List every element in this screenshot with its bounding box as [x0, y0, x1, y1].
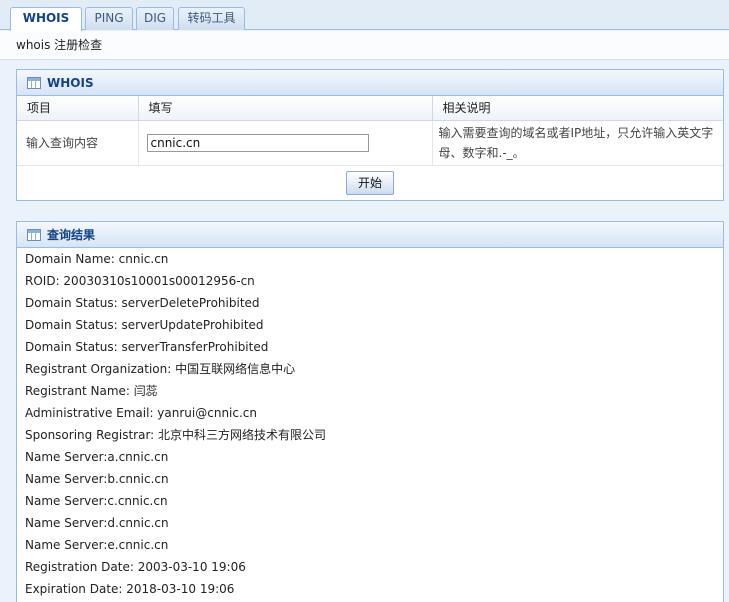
result-line: Administrative Email: yanrui@cnnic.cn — [25, 406, 258, 420]
column-header-fill: 填写 — [138, 96, 433, 121]
column-header-description: 相关说明 — [432, 96, 723, 121]
result-line: Domain Status: serverUpdateProhibited — [25, 318, 264, 332]
grid-table-icon — [27, 229, 41, 241]
result-line: Expiration Date: 2018-03-10 19:06 — [25, 582, 235, 596]
result-panel-title: 查询结果 — [47, 228, 96, 242]
tab-ping[interactable]: PING — [85, 7, 133, 30]
result-line: Name Server:e.cnnic.cn — [25, 538, 169, 552]
result-line: Registrant Name: 闫蕊 — [25, 384, 158, 398]
result-line: Domain Name: cnnic.cn — [25, 252, 169, 266]
result-line: ROID: 20030310s10001s00012956-cn — [25, 274, 255, 288]
table-header-row: 项目 填写 相关说明 — [17, 96, 723, 121]
whois-form-table: 项目 填写 相关说明 输入查询内容 输入需要查询的域名或者IP地址，只允许输入英… — [17, 96, 723, 166]
result-panel-header: 查询结果 — [17, 222, 723, 248]
row-label: 输入查询内容 — [17, 120, 139, 166]
result-line: Domain Status: serverDeleteProhibited — [25, 296, 260, 310]
query-input-cell — [138, 120, 433, 166]
result-line: Registration Date: 2003-03-10 19:06 — [25, 560, 246, 574]
result-body: Domain Name: cnnic.cn ROID: 20030310s100… — [17, 248, 723, 600]
help-text: 输入需要查询的域名或者IP地址，只允许输入英文字母、数字和.-_。 — [432, 120, 723, 166]
result-line: Sponsoring Registrar: 北京中科三方网络技术有限公司 — [25, 428, 327, 442]
whois-panel-header: WHOIS — [17, 70, 723, 96]
button-row: 开始 — [17, 166, 723, 200]
page-subtitle: whois 注册检查 — [0, 31, 729, 60]
tab-dig[interactable]: DIG — [136, 7, 174, 30]
tab-bar: WHOIS PING DIG 转码工具 — [0, 0, 729, 31]
column-header-item: 项目 — [17, 96, 139, 121]
result-line: Name Server:b.cnnic.cn — [25, 472, 169, 486]
result-line: Registrant Organization: 中国互联网络信息中心 — [25, 362, 296, 376]
query-input[interactable] — [146, 133, 369, 152]
table-row: 输入查询内容 输入需要查询的域名或者IP地址，只允许输入英文字母、数字和.-_。 — [17, 120, 723, 166]
result-line: Name Server:a.cnnic.cn — [25, 450, 169, 464]
tab-whois[interactable]: WHOIS — [10, 7, 82, 31]
result-line: Domain Status: serverTransferProhibited — [25, 340, 269, 354]
start-button[interactable]: 开始 — [346, 170, 394, 195]
tab-transcode-tool[interactable]: 转码工具 — [178, 7, 245, 30]
grid-table-icon — [27, 77, 41, 89]
whois-panel: WHOIS 项目 填写 相关说明 输入查询内容 输入需要查询的域名或者IP地址，… — [16, 69, 724, 201]
result-line: Name Server:c.cnnic.cn — [25, 494, 168, 508]
whois-panel-title: WHOIS — [47, 76, 94, 90]
result-panel: 查询结果 Domain Name: cnnic.cn ROID: 2003031… — [16, 221, 724, 602]
result-line: Name Server:d.cnnic.cn — [25, 516, 169, 530]
